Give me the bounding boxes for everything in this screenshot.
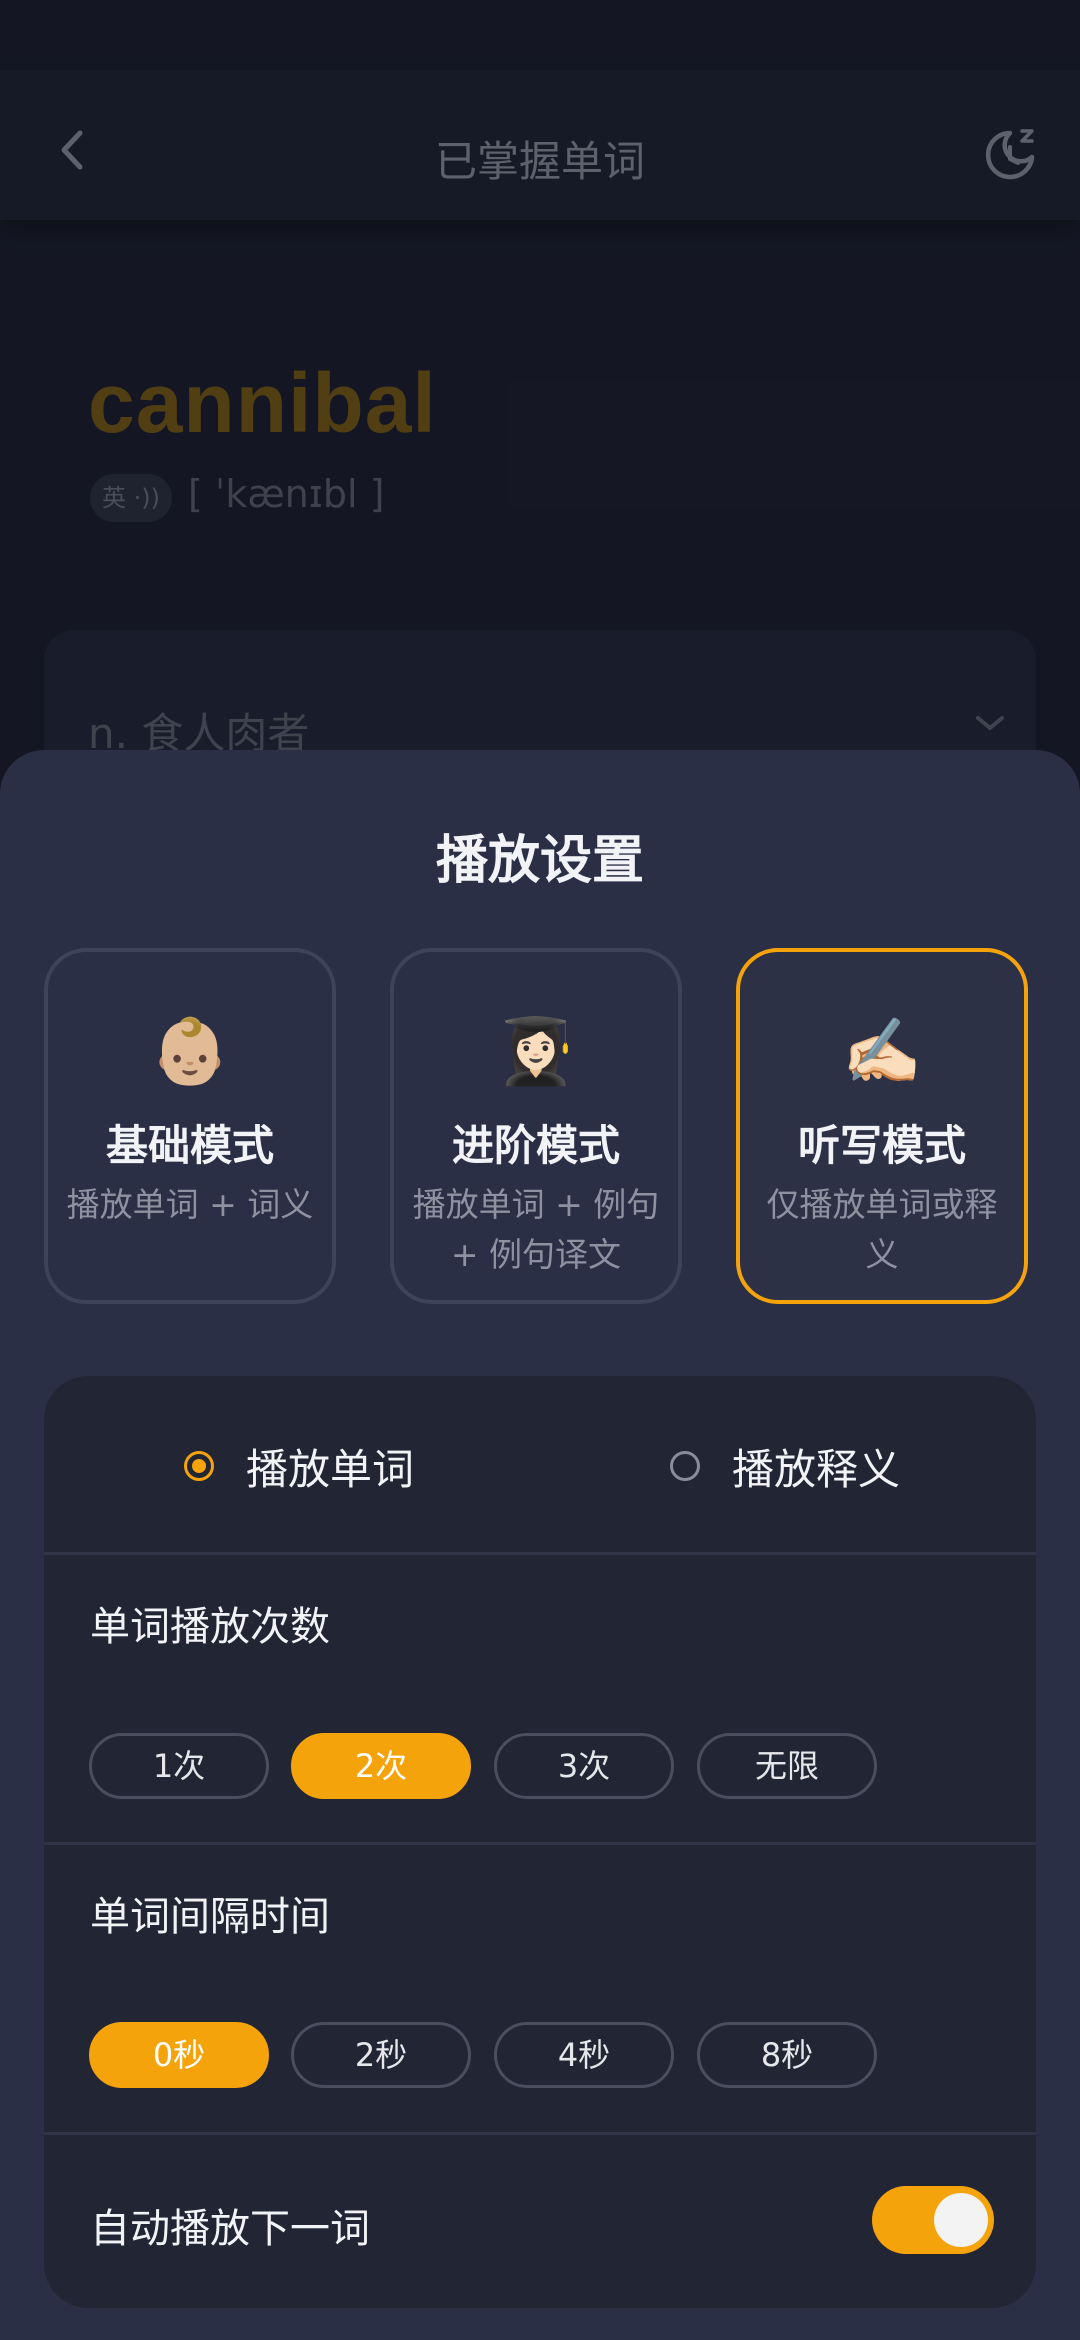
mode-description: 播放单词 + 例句 + 例句译文 bbox=[412, 1185, 660, 1274]
writing-hand-icon: ✍🏻 bbox=[842, 1015, 922, 1089]
interval-option-2s[interactable]: 2秒 bbox=[291, 2022, 471, 2088]
mode-name: 进阶模式 bbox=[451, 1121, 620, 1170]
divider bbox=[44, 1842, 1036, 1845]
mode-name: 基础模式 bbox=[105, 1121, 274, 1170]
playback-settings-sheet: 播放设置 👶🏼 基础模式 播放单词 + 词义 👩🏻‍🎓 进阶模式 播放单词 + … bbox=[0, 750, 1080, 2340]
interval-option-4s[interactable]: 4秒 bbox=[494, 2022, 674, 2088]
mode-description: 仅播放单词或释义 bbox=[766, 1185, 998, 1274]
repeat-option-3[interactable]: 3次 bbox=[494, 1733, 674, 1799]
mode-name: 听写模式 bbox=[797, 1121, 966, 1170]
repeat-option-1[interactable]: 1次 bbox=[89, 1733, 269, 1799]
repeat-option-2[interactable]: 2次 bbox=[291, 1733, 471, 1799]
mode-card-dictation[interactable]: ✍🏻 听写模式 仅播放单词或释义 bbox=[736, 948, 1028, 1304]
radio-selected-icon bbox=[184, 1451, 214, 1481]
radio-play-word[interactable]: 播放单词 bbox=[184, 1438, 414, 1494]
radio-label: 播放单词 bbox=[246, 1444, 415, 1494]
interval-label: 单词间隔时间 bbox=[90, 1894, 330, 1940]
radio-play-definition[interactable]: 播放释义 bbox=[670, 1438, 900, 1494]
radio-label: 播放释义 bbox=[732, 1444, 901, 1494]
baby-icon: 👶🏼 bbox=[150, 1015, 230, 1089]
student-icon: 👩🏻‍🎓 bbox=[496, 1015, 576, 1089]
autoplay-toggle[interactable] bbox=[872, 2186, 994, 2254]
mode-description: 播放单词 + 词义 bbox=[66, 1185, 314, 1224]
toggle-knob bbox=[934, 2193, 988, 2247]
repeat-option-unlimited[interactable]: 无限 bbox=[697, 1733, 877, 1799]
interval-option-0s[interactable]: 0秒 bbox=[89, 2022, 269, 2088]
play-target-radio-group: 播放单词 播放释义 bbox=[44, 1376, 1036, 1554]
divider bbox=[44, 1552, 1036, 1555]
autoplay-label: 自动播放下一词 bbox=[90, 2206, 370, 2252]
divider bbox=[44, 2132, 1036, 2135]
repeat-count-label: 单词播放次数 bbox=[90, 1604, 330, 1650]
settings-card: 播放单词 播放释义 单词播放次数 1次 2次 3次 无限 单词间隔时间 0秒 2… bbox=[44, 1376, 1036, 2308]
mode-card-advanced[interactable]: 👩🏻‍🎓 进阶模式 播放单词 + 例句 + 例句译文 bbox=[390, 948, 682, 1304]
interval-option-8s[interactable]: 8秒 bbox=[697, 2022, 877, 2088]
radio-unselected-icon bbox=[670, 1451, 700, 1481]
sheet-title: 播放设置 bbox=[435, 831, 644, 891]
mode-card-basic[interactable]: 👶🏼 基础模式 播放单词 + 词义 bbox=[44, 948, 336, 1304]
